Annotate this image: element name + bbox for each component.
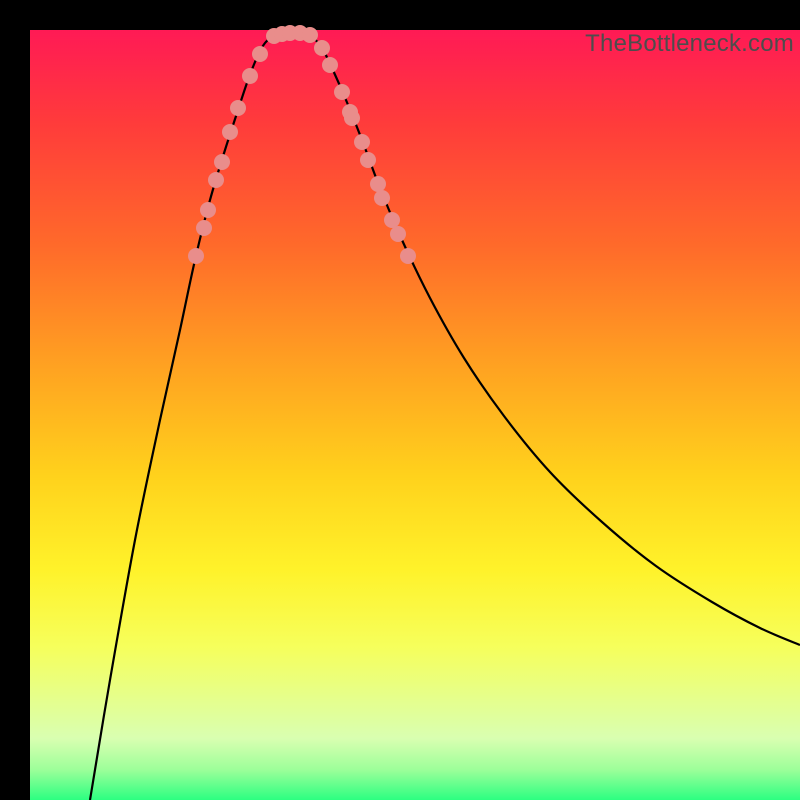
data-marker bbox=[188, 248, 204, 264]
data-marker bbox=[252, 46, 268, 62]
data-marker bbox=[384, 212, 400, 228]
plot-area: TheBottleneck.com bbox=[30, 30, 800, 800]
data-marker bbox=[344, 110, 360, 126]
data-marker bbox=[242, 68, 258, 84]
data-marker bbox=[370, 176, 386, 192]
data-marker bbox=[200, 202, 216, 218]
chart-frame: TheBottleneck.com bbox=[0, 0, 800, 800]
data-marker bbox=[196, 220, 212, 236]
data-marker bbox=[230, 100, 246, 116]
data-marker bbox=[374, 190, 390, 206]
data-marker bbox=[390, 226, 406, 242]
data-marker bbox=[314, 40, 330, 56]
data-marker bbox=[334, 84, 350, 100]
data-marker bbox=[208, 172, 224, 188]
bottleneck-curve bbox=[90, 33, 800, 800]
data-marker bbox=[322, 57, 338, 73]
chart-svg bbox=[30, 30, 800, 800]
data-marker bbox=[400, 248, 416, 264]
data-marker bbox=[354, 134, 370, 150]
data-marker bbox=[214, 154, 230, 170]
data-marker bbox=[222, 124, 238, 140]
data-marker bbox=[360, 152, 376, 168]
data-marker bbox=[302, 27, 318, 43]
marker-group bbox=[188, 25, 416, 264]
